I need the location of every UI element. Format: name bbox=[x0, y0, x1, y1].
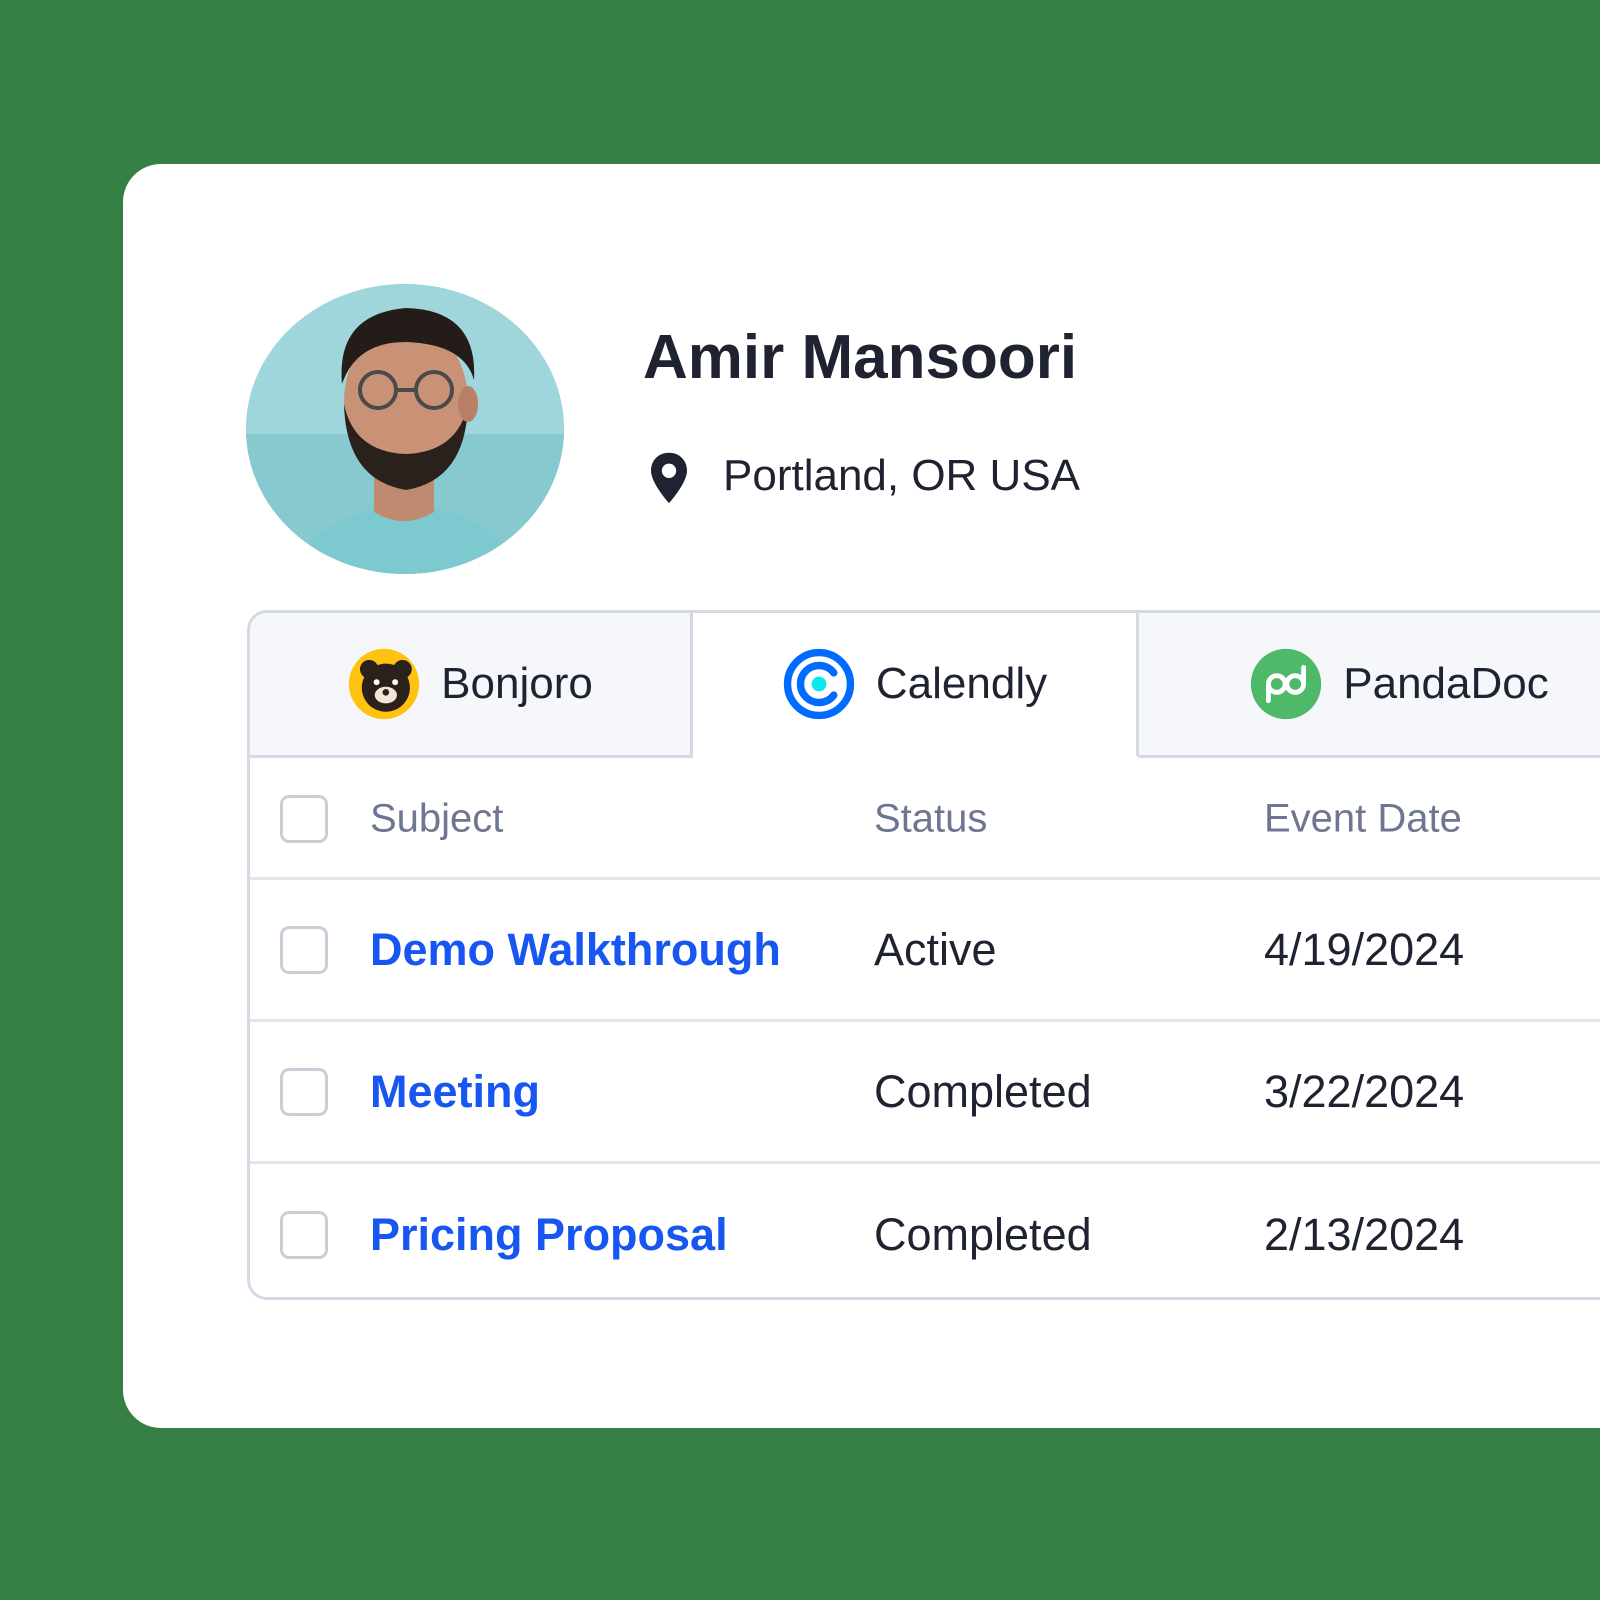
integrations-panel: Bonjoro Calendly PandaDoc Subject Status… bbox=[247, 610, 1600, 1300]
column-header-event-date[interactable]: Event Date bbox=[1264, 797, 1462, 842]
status-text: Completed bbox=[874, 1065, 1092, 1117]
tab-label: PandaDoc bbox=[1343, 659, 1549, 708]
tab-label: Bonjoro bbox=[441, 659, 593, 708]
subject-link[interactable]: Demo Walkthrough bbox=[370, 924, 781, 976]
events-table: Subject Status Event Date Demo Walkthrou… bbox=[250, 761, 1600, 1297]
tab-label: Calendly bbox=[875, 659, 1048, 708]
bonjoro-bear-icon bbox=[347, 647, 421, 721]
tab-pandadoc[interactable]: PandaDoc bbox=[1139, 613, 1600, 758]
table-row: Pricing Proposal Completed 2/13/2024 bbox=[250, 1164, 1600, 1297]
tab-calendly[interactable]: Calendly bbox=[693, 613, 1139, 758]
contact-name: Amir Mansoori bbox=[643, 323, 1078, 392]
subject-link[interactable]: Pricing Proposal bbox=[370, 1209, 728, 1261]
event-date: 2/13/2024 bbox=[1264, 1209, 1465, 1260]
contact-location: Portland, OR USA bbox=[723, 451, 1081, 500]
table-row: Meeting Completed 3/22/2024 bbox=[250, 1022, 1600, 1164]
table-row: Demo Walkthrough Active 4/19/2024 bbox=[250, 880, 1600, 1022]
avatar bbox=[246, 284, 564, 574]
column-header-subject[interactable]: Subject bbox=[370, 797, 503, 842]
integration-tabs: Bonjoro Calendly PandaDoc bbox=[250, 613, 1600, 761]
avatar-photo bbox=[246, 284, 564, 574]
row-checkbox[interactable] bbox=[280, 925, 328, 974]
event-date: 3/22/2024 bbox=[1264, 1065, 1465, 1117]
column-header-status[interactable]: Status bbox=[874, 797, 987, 842]
select-all-checkbox[interactable] bbox=[280, 795, 328, 843]
pandadoc-icon bbox=[1249, 647, 1323, 721]
calendly-icon bbox=[782, 647, 856, 721]
status-text: Active bbox=[874, 923, 997, 975]
row-checkbox[interactable] bbox=[280, 1211, 328, 1259]
status-text: Completed bbox=[874, 1209, 1092, 1260]
location-pin-icon bbox=[651, 452, 687, 504]
table-header: Subject Status Event Date bbox=[250, 761, 1600, 880]
row-checkbox[interactable] bbox=[280, 1067, 328, 1116]
tab-bonjoro[interactable]: Bonjoro bbox=[250, 613, 693, 758]
subject-link[interactable]: Meeting bbox=[370, 1066, 540, 1118]
contact-card: Amir Mansoori Portland, OR USA Bonjoro C… bbox=[123, 164, 1600, 1428]
event-date: 4/19/2024 bbox=[1264, 923, 1465, 975]
